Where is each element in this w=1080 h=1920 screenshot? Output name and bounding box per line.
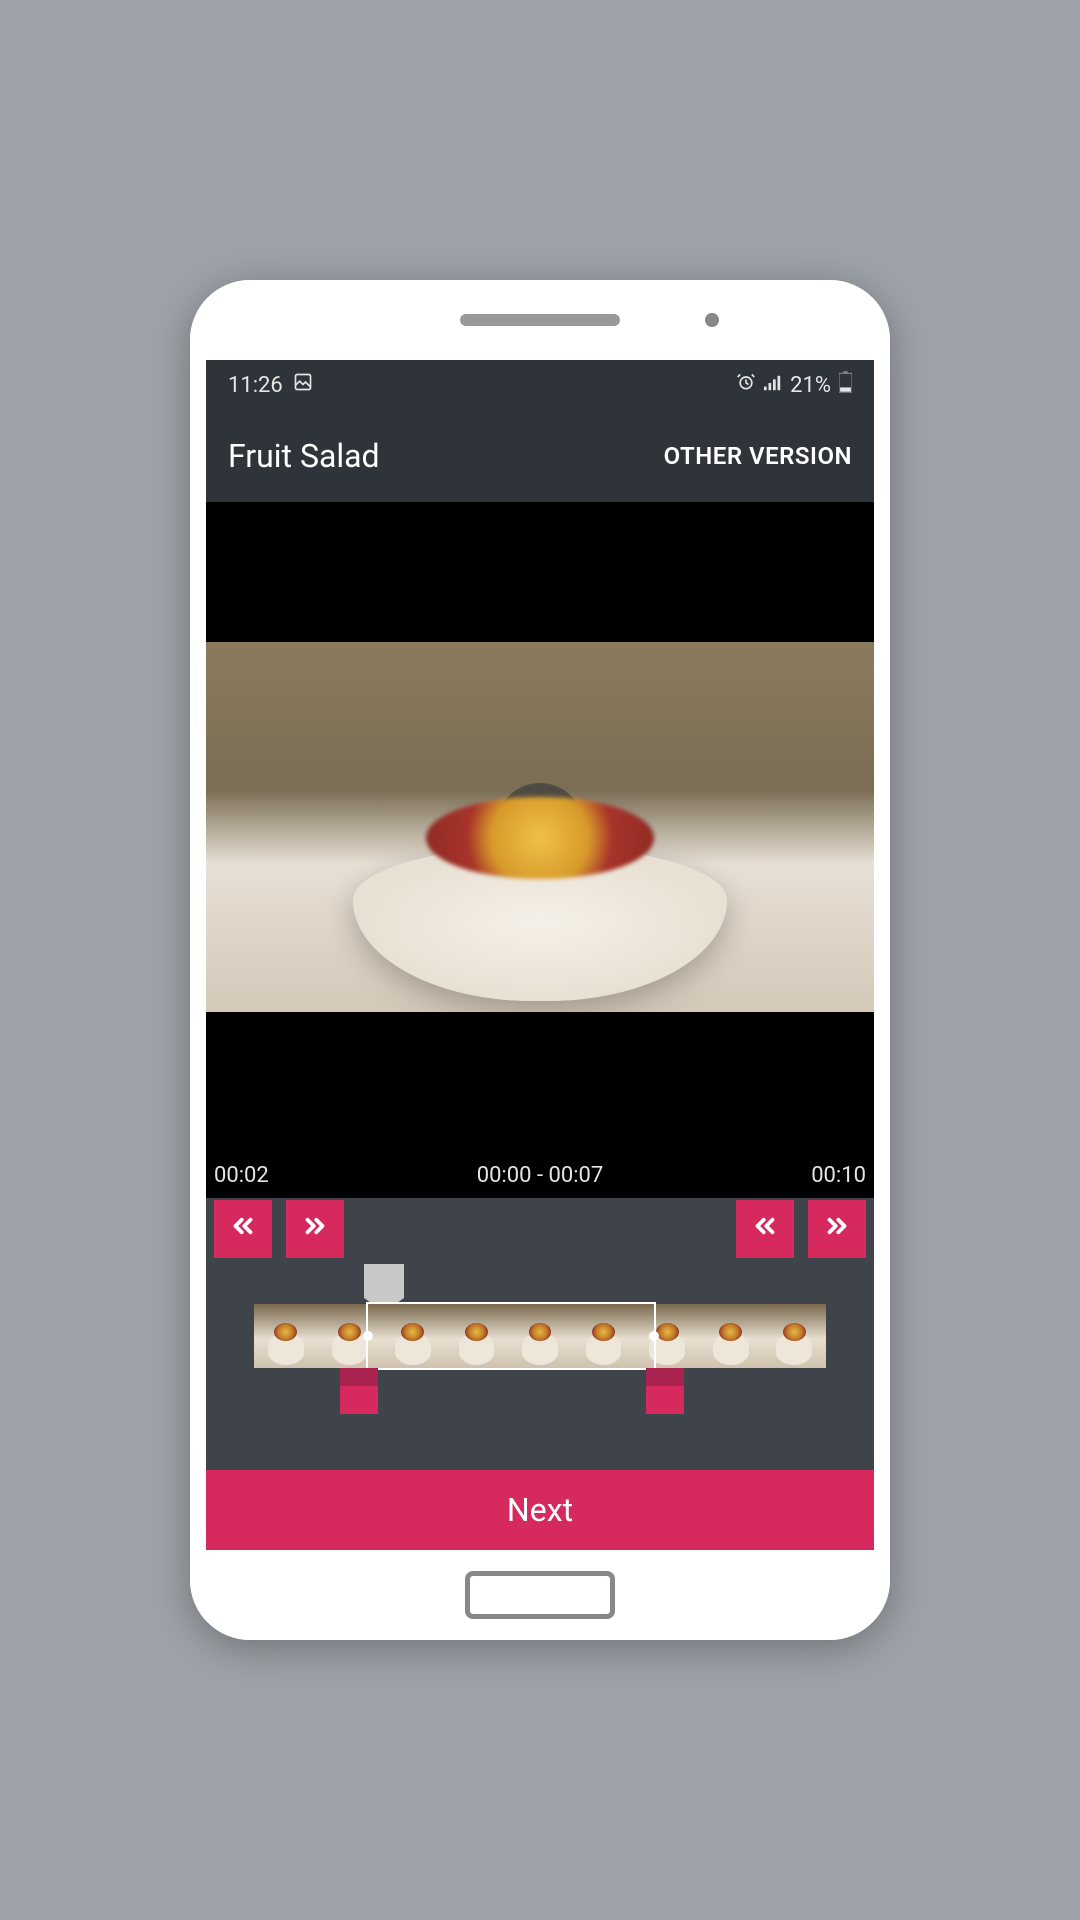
thumbnail — [445, 1304, 509, 1368]
time-total: 00:10 — [811, 1163, 866, 1188]
trim-flags — [206, 1368, 874, 1418]
video-area: 00:02 00:00 - 00:07 00:10 — [206, 502, 874, 1198]
status-bar: 11:26 21% — [206, 360, 874, 410]
status-left: 11:26 — [228, 372, 313, 398]
trim-flag-start[interactable] — [340, 1368, 378, 1404]
play-icon — [529, 807, 559, 847]
nudge-start-group — [206, 1200, 352, 1258]
thumbnail-strip — [254, 1304, 826, 1368]
video-preview[interactable] — [206, 642, 874, 1012]
thumbnail — [318, 1304, 382, 1368]
video-letterbox-top — [206, 502, 874, 642]
nudge-start-back-button[interactable] — [214, 1200, 272, 1258]
other-version-button[interactable]: OTHER VERSION — [664, 442, 852, 470]
trim-editor — [206, 1198, 874, 1470]
phone-bottom-bezel — [190, 1550, 890, 1640]
thumbnail — [381, 1304, 445, 1368]
gallery-icon — [293, 372, 313, 398]
screen: 11:26 21% Fruit Salad OTHER VERS — [206, 360, 874, 1550]
thumbnail — [635, 1304, 699, 1368]
chevron-double-left-icon — [750, 1211, 780, 1248]
home-button[interactable] — [465, 1571, 615, 1619]
nudge-row — [206, 1200, 874, 1258]
nudge-end-back-button[interactable] — [736, 1200, 794, 1258]
thumbnail — [254, 1304, 318, 1368]
time-current: 00:02 — [214, 1163, 269, 1188]
signal-icon — [764, 373, 782, 398]
status-time: 11:26 — [228, 373, 283, 398]
thumbnail — [508, 1304, 572, 1368]
trim-flag-end[interactable] — [646, 1368, 684, 1404]
nudge-end-forward-button[interactable] — [808, 1200, 866, 1258]
battery-icon — [839, 371, 852, 399]
nudge-start-forward-button[interactable] — [286, 1200, 344, 1258]
video-letterbox-bottom — [206, 1012, 874, 1152]
play-button[interactable] — [496, 783, 584, 871]
timeline[interactable] — [206, 1304, 874, 1374]
phone-top-bezel — [190, 280, 890, 360]
alarm-icon — [736, 372, 756, 398]
chevron-double-left-icon — [228, 1211, 258, 1248]
battery-percent: 21% — [790, 373, 831, 398]
status-right: 21% — [736, 371, 852, 399]
chevron-double-right-icon — [300, 1211, 330, 1248]
time-bar: 00:02 00:00 - 00:07 00:10 — [206, 1152, 874, 1198]
thumbnail — [572, 1304, 636, 1368]
phone-frame: 11:26 21% Fruit Salad OTHER VERS — [190, 280, 890, 1640]
thumbnail — [763, 1304, 827, 1368]
app-header: Fruit Salad OTHER VERSION — [206, 410, 874, 502]
thumbnail — [699, 1304, 763, 1368]
speaker-grille — [460, 314, 620, 326]
playhead-handle[interactable] — [364, 1264, 404, 1298]
chevron-double-right-icon — [822, 1211, 852, 1248]
next-button[interactable]: Next — [206, 1470, 874, 1550]
nudge-end-group — [728, 1200, 874, 1258]
front-camera-dot — [705, 313, 719, 327]
time-range: 00:00 - 00:07 — [477, 1163, 604, 1188]
page-title: Fruit Salad — [228, 437, 380, 475]
